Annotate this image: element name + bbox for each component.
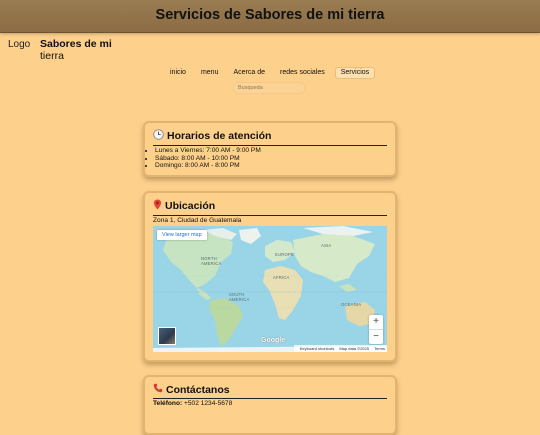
list-item: Lunes a Viernes: 7:00 AM - 9:00 PM: [155, 147, 395, 155]
zoom-out-button[interactable]: −: [369, 330, 383, 344]
brand-name-line1: Sabores de mi: [40, 38, 112, 50]
map-type-toggle[interactable]: [158, 327, 176, 345]
hours-title-text: Horarios de atención: [167, 130, 272, 142]
nav-item-acerca[interactable]: Acerca de: [228, 67, 270, 79]
phone-label: Teléfono:: [153, 400, 183, 407]
contact-title: Contáctanos: [145, 377, 395, 398]
pin-icon: [153, 199, 162, 213]
brand-name[interactable]: Sabores de mi tierra: [40, 38, 130, 62]
map-label-africa: AFRICA: [273, 275, 290, 280]
keyboard-shortcuts-link[interactable]: Keyboard shortcuts: [300, 346, 334, 351]
address: Zona 1, Ciudad de Guatemala: [153, 217, 242, 224]
location-title-text: Ubicación: [165, 200, 216, 212]
location-card: Ubicación Zona 1, Ciudad de Guatemala EU…: [143, 191, 397, 362]
hours-title: Horarios de atención: [145, 123, 395, 145]
brand-name-line2: tierra: [40, 50, 64, 62]
page-title: Servicios de Sabores de mi tierra: [155, 7, 385, 23]
map-label-europe: EUROPE: [275, 252, 294, 257]
phone-number[interactable]: +502 1234-5678: [184, 400, 232, 407]
main-nav: inicio menu Acerca de redes sociales Ser…: [165, 67, 380, 79]
terms-link[interactable]: Terms: [374, 346, 385, 351]
list-item: Domingo: 8:00 AM - 8:00 PM: [155, 162, 395, 170]
map-attribution: Keyboard shortcuts Map data ©2025 Terms: [293, 345, 387, 352]
contact-card: Contáctanos Teléfono: +502 1234-5678: [143, 375, 397, 435]
contact-title-text: Contáctanos: [166, 383, 230, 396]
header-bar: Servicios de Sabores de mi tierra: [0, 0, 540, 33]
hours-list: Lunes a Viernes: 7:00 AM - 9:00 PM Sábad…: [145, 146, 395, 170]
zoom-controls: + −: [369, 315, 383, 344]
hours-card: Horarios de atención Lunes a Viernes: 7:…: [143, 121, 397, 177]
map-label-north-america: NORTH AMERICA: [201, 256, 222, 266]
map-data-text: Map data ©2025: [339, 346, 369, 351]
map-label-asia: ASIA: [321, 243, 332, 248]
phone-icon: [153, 383, 163, 396]
world-map: [153, 226, 387, 352]
logo-image: Logo: [8, 39, 31, 50]
nav-item-servicios[interactable]: Servicios: [334, 67, 376, 79]
search-input[interactable]: [233, 82, 305, 94]
google-logo: Google: [261, 337, 286, 344]
nav-item-redes[interactable]: redes sociales: [275, 67, 330, 79]
map-label-oceania: OCEANIA: [341, 302, 362, 307]
map-label-south-america: SOUTH AMERICA: [229, 292, 250, 302]
nav-item-inicio[interactable]: inicio: [165, 67, 191, 79]
nav-item-menu[interactable]: menu: [196, 67, 224, 79]
clock-icon: [153, 129, 164, 143]
view-larger-map-link[interactable]: View larger map: [157, 230, 207, 240]
phone-line: Teléfono: +502 1234-5678: [145, 399, 395, 407]
zoom-in-button[interactable]: +: [369, 315, 383, 329]
map-embed[interactable]: EUROPE ASIA NORTH AMERICA AFRICA SOUTH A…: [153, 226, 387, 352]
list-item: Sábado: 8:00 AM - 10:00 PM: [155, 155, 395, 163]
location-title: Ubicación: [145, 193, 395, 215]
